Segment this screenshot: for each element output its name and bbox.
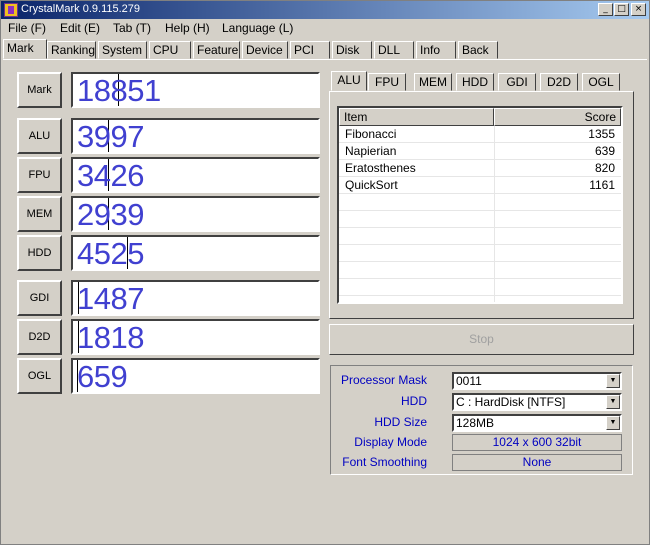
d2d-score: 1818 bbox=[71, 319, 320, 355]
tab-dll[interactable]: DLL bbox=[374, 41, 414, 59]
mark-score: 18851 bbox=[71, 72, 320, 108]
row-score: 820 bbox=[594, 161, 615, 175]
row-item: Fibonacci bbox=[345, 127, 397, 141]
font-smoothing-label: Font Smoothing bbox=[342, 455, 427, 469]
row-item: Eratosthenes bbox=[345, 161, 416, 175]
tab-gdi[interactable]: GDI bbox=[498, 73, 536, 91]
stop-button[interactable]: Stop bbox=[329, 324, 634, 355]
detail-tabs: ALU FPU MEM HDD GDI D2D OGL bbox=[329, 71, 634, 91]
table-header: Item Score bbox=[339, 108, 621, 126]
main-tabs: Mark Ranking System CPU Feature Device P… bbox=[1, 39, 649, 59]
menu-language[interactable]: Language (L) bbox=[222, 21, 293, 35]
hdd-size-select[interactable]: 128MB ▼ bbox=[452, 414, 622, 432]
tab-disk[interactable]: Disk bbox=[332, 41, 372, 59]
table-row bbox=[339, 262, 621, 279]
menu-bar: File (F) Edit (E) Tab (T) Help (H) Langu… bbox=[1, 19, 649, 37]
gdi-score: 1487 bbox=[71, 280, 320, 316]
maximize-button[interactable]: □ bbox=[614, 3, 629, 16]
chevron-down-icon[interactable]: ▼ bbox=[606, 374, 620, 388]
crystalmark-window: CrystalMark 0.9.115.279 _ □ × File (F) E… bbox=[0, 0, 650, 545]
window-title: CrystalMark 0.9.115.279 bbox=[21, 3, 141, 15]
table-row bbox=[339, 245, 621, 262]
alu-score: 3997 bbox=[71, 118, 320, 154]
tab-cpu[interactable]: CPU bbox=[149, 41, 191, 59]
d2d-button[interactable]: D2D bbox=[17, 319, 62, 355]
minimize-button[interactable]: _ bbox=[598, 3, 613, 16]
hdd-score: 4525 bbox=[71, 235, 320, 271]
ogl-score: 659 bbox=[71, 358, 320, 394]
row-score: 639 bbox=[594, 144, 615, 158]
tab-mark[interactable]: Mark bbox=[3, 39, 47, 59]
tab-ranking[interactable]: Ranking bbox=[47, 41, 96, 59]
fpu-score: 3426 bbox=[71, 157, 320, 193]
tab-hdd[interactable]: HDD bbox=[456, 73, 494, 91]
tab-back[interactable]: Back bbox=[458, 41, 498, 59]
table-row bbox=[339, 279, 621, 296]
tab-info[interactable]: Info bbox=[416, 41, 456, 59]
table-row bbox=[339, 194, 621, 211]
hdd-select[interactable]: C : HardDisk [NTFS] ▼ bbox=[452, 393, 622, 411]
font-smoothing-value: None bbox=[452, 454, 622, 471]
row-item: Napierian bbox=[345, 144, 397, 158]
hdd-size-label: HDD Size bbox=[374, 415, 427, 429]
tab-alu[interactable]: ALU bbox=[331, 71, 367, 91]
results-table: Item Score Fibonacci 1355 Napierian 639 Er… bbox=[337, 106, 623, 304]
tab-mem[interactable]: MEM bbox=[414, 73, 452, 91]
menu-tab[interactable]: Tab (T) bbox=[113, 21, 151, 35]
table-row bbox=[339, 228, 621, 245]
table-row[interactable]: Napierian 639 bbox=[339, 143, 621, 160]
close-button[interactable]: × bbox=[631, 3, 646, 16]
settings-panel: Processor Mask 0011 ▼ HDD C : HardDisk [N… bbox=[330, 365, 633, 475]
menu-help[interactable]: Help (H) bbox=[165, 21, 210, 35]
column-score[interactable]: Score bbox=[494, 108, 621, 126]
table-row[interactable]: Fibonacci 1355 bbox=[339, 126, 621, 143]
app-icon bbox=[4, 3, 18, 17]
tab-feature[interactable]: Feature bbox=[193, 41, 240, 59]
menu-file[interactable]: File (F) bbox=[8, 21, 46, 35]
tab-ogl[interactable]: OGL bbox=[582, 73, 620, 91]
fpu-button[interactable]: FPU bbox=[17, 157, 62, 193]
row-score: 1161 bbox=[589, 178, 615, 192]
tab-pci[interactable]: PCI bbox=[290, 41, 330, 59]
tab-d2d[interactable]: D2D bbox=[540, 73, 578, 91]
ogl-button[interactable]: OGL bbox=[17, 358, 62, 394]
menu-edit[interactable]: Edit (E) bbox=[60, 21, 100, 35]
alu-button[interactable]: ALU bbox=[17, 118, 62, 154]
mark-button[interactable]: Mark bbox=[17, 72, 62, 108]
row-item: QuickSort bbox=[345, 178, 398, 192]
chevron-down-icon[interactable]: ▼ bbox=[606, 395, 620, 409]
table-row[interactable]: Eratosthenes 820 bbox=[339, 160, 621, 177]
column-item[interactable]: Item bbox=[339, 108, 494, 126]
gdi-button[interactable]: GDI bbox=[17, 280, 62, 316]
hdd-label: HDD bbox=[401, 394, 427, 408]
mem-score: 2939 bbox=[71, 196, 320, 232]
chevron-down-icon[interactable]: ▼ bbox=[606, 416, 620, 430]
display-mode-value: 1024 x 600 32bit bbox=[452, 434, 622, 451]
tab-fpu[interactable]: FPU bbox=[368, 73, 406, 91]
table-row[interactable]: QuickSort 1161 bbox=[339, 177, 621, 194]
mem-button[interactable]: MEM bbox=[17, 196, 62, 232]
tab-device[interactable]: Device bbox=[242, 41, 288, 59]
title-bar: CrystalMark 0.9.115.279 _ □ × bbox=[1, 1, 649, 19]
table-row bbox=[339, 211, 621, 228]
processor-mask-label: Processor Mask bbox=[340, 373, 427, 387]
display-mode-label: Display Mode bbox=[354, 435, 427, 449]
processor-mask-select[interactable]: 0011 ▼ bbox=[452, 372, 622, 390]
tab-system[interactable]: System bbox=[98, 41, 147, 59]
tab-panel-border bbox=[3, 59, 647, 60]
row-score: 1355 bbox=[588, 127, 615, 141]
hdd-button[interactable]: HDD bbox=[17, 235, 62, 271]
